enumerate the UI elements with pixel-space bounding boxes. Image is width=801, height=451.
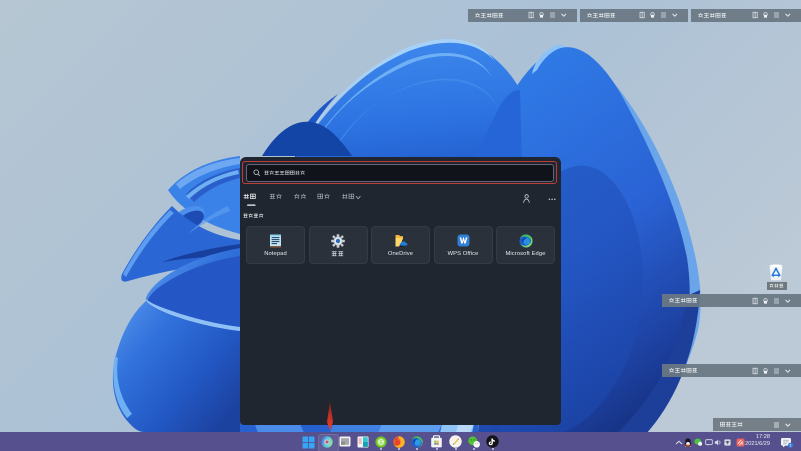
svg-text:1: 1 [790, 443, 792, 447]
